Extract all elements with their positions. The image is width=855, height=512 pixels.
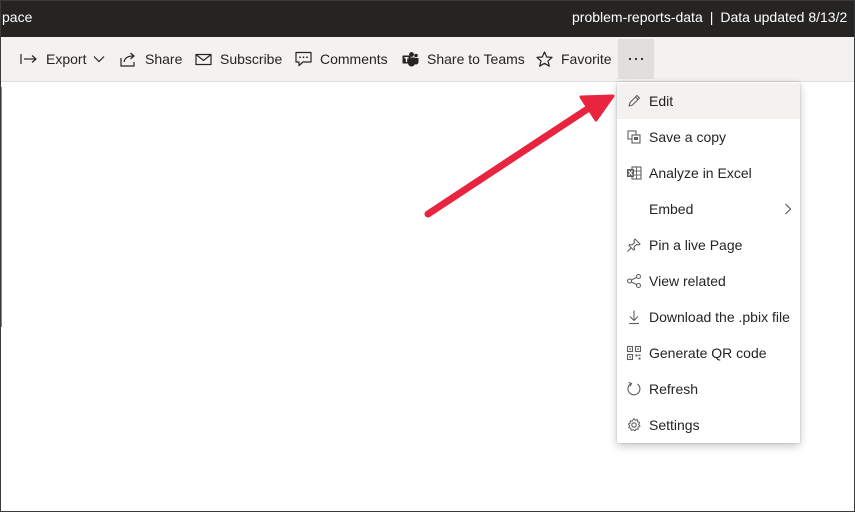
export-icon — [20, 54, 37, 64]
share-label: Share — [145, 51, 183, 67]
menu-item-save-a-copy[interactable]: Save a copy — [617, 119, 800, 155]
teams-icon — [402, 52, 419, 67]
title-bar: pace problem-reports-data | Data updated 8… — [1, 1, 854, 37]
menu-item-edit-label: Edit — [649, 93, 674, 109]
menu-item-view-related[interactable]: View related — [617, 263, 800, 299]
comments-button[interactable]: Comments — [295, 37, 388, 81]
app-window: pace problem-reports-data | Data updated 8… — [0, 0, 855, 512]
share-icon — [120, 52, 135, 67]
share-button[interactable]: Share — [120, 37, 182, 81]
workspace-name: pace — [2, 9, 33, 25]
menu-item-generate-qr-code-label: Generate QR code — [649, 345, 767, 361]
menu-item-view-related-label: View related — [649, 273, 726, 289]
comment-icon — [295, 51, 312, 67]
menu-item-save-a-copy-label: Save a copy — [649, 129, 727, 145]
menu-item-analyze-in-excel-label: Analyze in Excel — [649, 165, 752, 181]
download-icon — [629, 310, 639, 325]
share-to-teams-label: Share to Teams — [427, 51, 525, 67]
menu-item-download-pbix[interactable]: Download the .pbix file — [617, 299, 800, 335]
menu-item-embed[interactable]: Embed — [617, 191, 800, 227]
report-info: problem-reports-data | Data updated 8/13/2 — [572, 9, 847, 25]
menu-item-edit[interactable]: Edit — [617, 83, 800, 119]
export-label: Export — [46, 51, 87, 67]
pin-icon — [627, 238, 641, 252]
menu-item-pin-a-live-page-label: Pin a live Page — [649, 237, 743, 253]
chevron-down-icon — [94, 56, 105, 63]
menu-item-generate-qr-code[interactable]: Generate QR code — [617, 335, 800, 371]
data-updated-label: Data updated 8/13/2 — [720, 9, 848, 25]
favorite-label: Favorite — [561, 51, 612, 67]
excel-icon — [627, 166, 642, 180]
more-options-menu: Edit Save a copy Analyze in Excel Embed — [617, 82, 800, 443]
pencil-icon — [628, 94, 641, 107]
refresh-icon — [627, 381, 641, 396]
menu-item-settings[interactable]: Settings — [617, 407, 800, 443]
title-separator: | — [709, 9, 714, 25]
settings-icon — [627, 418, 641, 432]
more-options-icon — [628, 57, 644, 61]
menu-item-embed-label: Embed — [649, 201, 694, 217]
menu-item-pin-a-live-page[interactable]: Pin a live Page — [617, 227, 800, 263]
report-name[interactable]: problem-reports-data — [572, 9, 703, 25]
action-toolbar: Export Share Subscribe Comments Share to… — [1, 37, 854, 82]
share-to-teams-button[interactable]: Share to Teams — [402, 37, 525, 81]
mail-icon — [195, 53, 212, 65]
subscribe-label: Subscribe — [220, 51, 283, 67]
star-icon — [536, 50, 553, 67]
menu-item-settings-label: Settings — [649, 417, 700, 433]
export-button[interactable]: Export — [20, 37, 105, 81]
menu-item-refresh[interactable]: Refresh — [617, 371, 800, 407]
qr-code-icon — [626, 345, 642, 361]
chevron-right-icon — [785, 203, 792, 215]
more-options-button[interactable] — [618, 39, 654, 79]
favorite-button[interactable]: Favorite — [536, 37, 612, 81]
left-border-line — [1, 87, 2, 327]
menu-item-analyze-in-excel[interactable]: Analyze in Excel — [617, 155, 800, 191]
menu-item-download-pbix-label: Download the .pbix file — [649, 309, 790, 325]
related-icon — [626, 273, 642, 289]
subscribe-button[interactable]: Subscribe — [195, 37, 282, 81]
comments-label: Comments — [320, 51, 388, 67]
menu-item-refresh-label: Refresh — [649, 381, 699, 397]
copy-icon — [627, 130, 641, 144]
